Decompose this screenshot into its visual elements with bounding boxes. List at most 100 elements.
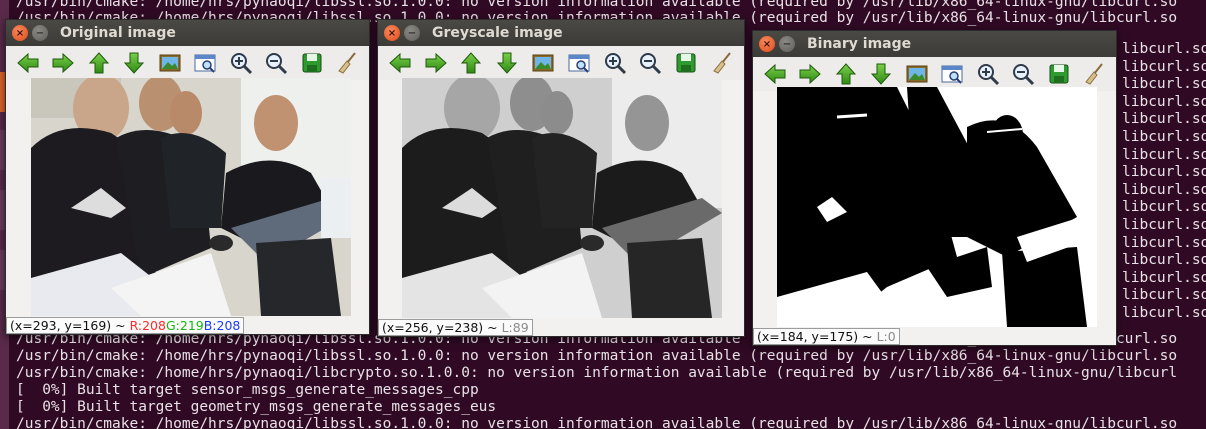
save-icon: [300, 51, 324, 75]
terminal-line: /usr/bin/cmake: /home/hrs/pynaoqi/libcry…: [16, 365, 1178, 381]
arrow-up-icon: [834, 62, 858, 86]
original-image-canvas[interactable]: [31, 78, 351, 316]
arrow-up-button[interactable]: [85, 49, 113, 77]
close-icon[interactable]: ×: [759, 36, 775, 52]
arrow-left-button[interactable]: [386, 49, 414, 77]
image-button[interactable]: [529, 49, 557, 77]
broom-button[interactable]: [334, 49, 362, 77]
zoom-window-button[interactable]: [565, 49, 593, 77]
arrow-down-button[interactable]: [868, 60, 896, 88]
zoom-in-button[interactable]: [601, 49, 629, 77]
terminal-line-fragment: libcurl.so: [1122, 58, 1206, 75]
status-green: G:219: [165, 317, 204, 333]
arrow-left-button[interactable]: [14, 49, 42, 77]
broom-icon: [1082, 62, 1106, 86]
arrow-left-icon: [16, 51, 40, 75]
greyscale-image-canvas[interactable]: [402, 78, 722, 318]
arrow-left-button[interactable]: [761, 60, 789, 88]
image-icon: [531, 51, 555, 75]
image-button[interactable]: [903, 60, 931, 88]
arrow-right-button[interactable]: [797, 60, 825, 88]
broom-icon: [710, 51, 734, 75]
zoom-window-icon: [193, 51, 217, 75]
arrow-up-button[interactable]: [458, 49, 486, 77]
status-bar: (x=256, y=238) ~ L:89: [378, 318, 744, 336]
broom-button[interactable]: [708, 49, 736, 77]
zoom-window-icon: [567, 51, 591, 75]
terminal-line-fragment: libcurl.so: [1122, 234, 1206, 251]
terminal-line-fragment: libcurl.so: [1122, 199, 1206, 216]
greyscale-image-window[interactable]: × − Greyscale image (x=256, y=238) ~ L:8…: [377, 19, 745, 337]
status-blue: B:208: [203, 317, 241, 333]
title-bar[interactable]: × − Binary image: [753, 31, 1116, 57]
arrow-left-icon: [388, 51, 412, 75]
window-title: Greyscale image: [432, 25, 563, 41]
binary-image-window[interactable]: × − Binary image (x=184, y=175) ~ L:0: [752, 30, 1117, 346]
arrow-right-icon: [798, 62, 822, 86]
arrow-down-icon: [122, 51, 146, 75]
terminal-line-fragment: libcurl.so: [1122, 41, 1206, 57]
arrow-right-button[interactable]: [50, 49, 78, 77]
binary-image-canvas[interactable]: [777, 87, 1097, 327]
zoom-in-icon: [976, 62, 1000, 86]
title-bar[interactable]: × − Greyscale image: [378, 20, 744, 46]
image-icon: [905, 62, 929, 86]
zoom-window-button[interactable]: [939, 60, 967, 88]
arrow-up-icon: [459, 51, 483, 75]
status-coords: (x=256, y=238) ~: [382, 319, 502, 335]
terminal-line-fragment: libcurl.so: [1122, 287, 1206, 304]
terminal-line: /usr/bin/cmake: /home/hrs/pynaoqi/libssl…: [16, 348, 1178, 364]
minimize-icon[interactable]: −: [404, 25, 420, 41]
toolbar: [378, 46, 744, 80]
status-coords: (x=184, y=175) ~: [757, 328, 877, 344]
status-bar: (x=184, y=175) ~ L:0: [753, 327, 1116, 345]
terminal-line-fragment: libcurl.so: [1122, 93, 1206, 110]
zoom-out-icon: [264, 51, 288, 75]
arrow-left-icon: [763, 62, 787, 86]
broom-button[interactable]: [1081, 60, 1109, 88]
image-button[interactable]: [156, 49, 184, 77]
terminal-line-fragment: libcurl.so: [1122, 217, 1206, 233]
status-coords: (x=293, y=169) ~: [10, 317, 130, 333]
original-image-window[interactable]: × − Original image (x=293, y=169) ~ R:20…: [5, 19, 370, 335]
minimize-icon[interactable]: −: [32, 25, 48, 41]
terminal-line-fragment: libcurl.so: [1122, 252, 1206, 269]
image-icon: [158, 51, 182, 75]
save-icon: [674, 51, 698, 75]
arrow-down-icon: [495, 51, 519, 75]
terminal-line-fragment: libcurl.so: [1122, 181, 1206, 198]
toolbar: [6, 46, 369, 80]
toolbar: [753, 57, 1116, 91]
terminal-line-fragment: libcurl.so: [1122, 111, 1206, 128]
zoom-out-button[interactable]: [263, 49, 291, 77]
arrow-down-button[interactable]: [121, 49, 149, 77]
zoom-window-button[interactable]: [192, 49, 220, 77]
arrow-down-button[interactable]: [493, 49, 521, 77]
status-readout: (x=293, y=169) ~ R:208 G:219 B:208: [6, 316, 245, 334]
zoom-in-icon: [603, 51, 627, 75]
save-button[interactable]: [1045, 60, 1073, 88]
arrow-up-button[interactable]: [832, 60, 860, 88]
status-readout: (x=184, y=175) ~ L:0: [753, 327, 900, 345]
zoom-in-button[interactable]: [227, 49, 255, 77]
terminal-line: [ 0%] Built target sensor_msgs_generate_…: [16, 382, 479, 398]
arrow-right-icon: [51, 51, 75, 75]
close-icon[interactable]: ×: [12, 25, 28, 41]
terminal-line: /usr/bin/cmake: /home/hrs/pynaoqi/libssl…: [16, 416, 1178, 429]
terminal-line-fragment: libcurl.so: [1122, 269, 1206, 286]
zoom-out-button[interactable]: [637, 49, 665, 77]
save-button[interactable]: [298, 49, 326, 77]
arrow-right-button[interactable]: [422, 49, 450, 77]
status-luminance: L:0: [876, 328, 896, 344]
arrow-down-icon: [869, 62, 893, 86]
save-button[interactable]: [672, 49, 700, 77]
zoom-out-icon: [638, 51, 662, 75]
close-icon[interactable]: ×: [384, 25, 400, 41]
status-bar: (x=293, y=169) ~ R:208 G:219 B:208: [6, 316, 369, 334]
zoom-in-button[interactable]: [974, 60, 1002, 88]
title-bar[interactable]: × − Original image: [6, 20, 369, 46]
zoom-out-icon: [1011, 62, 1035, 86]
broom-icon: [335, 51, 359, 75]
minimize-icon[interactable]: −: [779, 36, 795, 52]
zoom-out-button[interactable]: [1010, 60, 1038, 88]
